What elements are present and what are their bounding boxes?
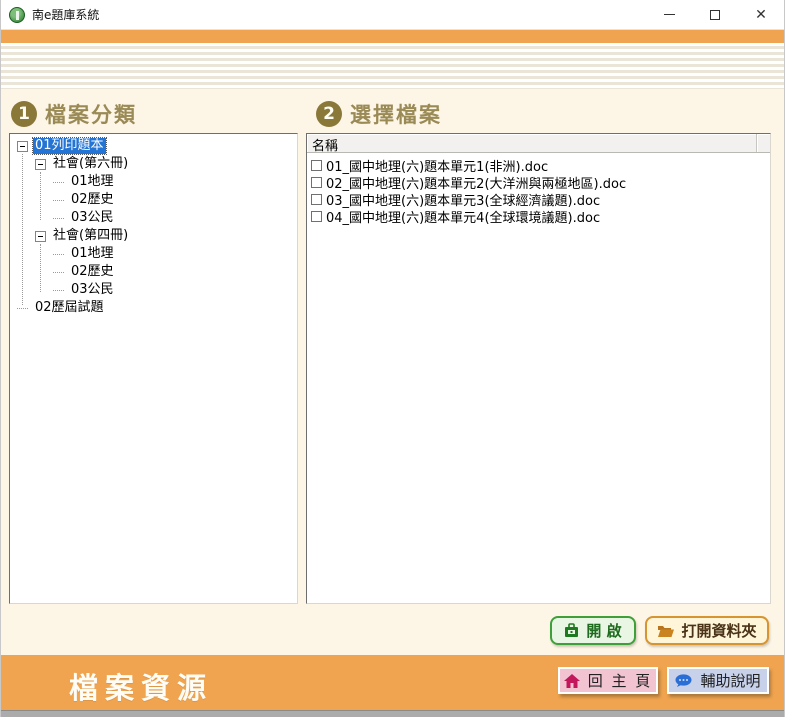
tree: 01列印題本 社會(第六冊) 01地理 02歷史 03公民 社會(第四冊) 01… [10,134,297,317]
maximize-icon [710,10,720,20]
window-bottom-edge [1,710,784,717]
tree-dash [53,182,64,183]
tree-item[interactable]: 01地理 [10,173,297,191]
open-folder-button-label: 打開資料夾 [681,620,756,641]
open-file-icon [564,623,579,638]
tree-item-label[interactable]: 02歷史 [69,264,116,280]
tree-connector [40,172,41,220]
home-button[interactable]: 回 主 頁 [558,667,658,694]
file-checkbox[interactable] [311,160,322,171]
tree-dash [53,290,64,291]
tree-item[interactable]: 03公民 [10,281,297,299]
tree-item[interactable]: 01列印題本 [10,137,297,155]
window-controls: ✕ [646,0,784,29]
file-row[interactable]: 02_國中地理(六)題本單元2(大洋洲與兩極地區).doc [307,174,770,191]
footer-bar: 檔案資源 回 主 頁 輔助說明 [1,655,784,710]
tree-item[interactable]: 03公民 [10,209,297,227]
title-bar: 南e題庫系統 ✕ [1,0,784,30]
app-icon [9,7,25,23]
page-title: 檔案資源 [69,665,213,707]
tree-item-label[interactable]: 02歷史 [69,192,116,208]
tree-expander-icon[interactable] [35,231,46,242]
section-title-selection: 選擇檔案 [350,99,442,129]
tree-connector [40,244,41,292]
file-list-panel: 名稱 01_國中地理(六)題本單元1(非洲).doc 02_國中地理(六)題本單… [306,133,771,604]
tree-item[interactable]: 02歷史 [10,263,297,281]
file-row[interactable]: 01_國中地理(六)題本單元1(非洲).doc [307,157,770,174]
tree-item-label[interactable]: 社會(第四冊) [51,228,130,244]
section-number-badge-1: 1 [11,101,37,127]
section-number-badge-2: 2 [316,101,342,127]
tree-expander-icon[interactable] [35,159,46,170]
tree-item[interactable]: 02歷屆試題 [10,299,297,317]
file-checkbox[interactable] [311,177,322,188]
tree-item-label[interactable]: 社會(第六冊) [51,156,130,172]
tree-dash [53,254,64,255]
tree-item-label[interactable]: 01地理 [69,174,116,190]
file-checkbox[interactable] [311,194,322,205]
tree-connector [22,154,23,305]
tree-item-label[interactable]: 03公民 [69,282,116,298]
minimize-button[interactable] [646,0,692,29]
tree-item-label[interactable]: 01地理 [69,246,116,262]
help-button[interactable]: 輔助說明 [667,667,769,694]
tree-dash [53,272,64,273]
section-title-classification: 檔案分類 [45,99,137,129]
tree-item[interactable]: 02歷史 [10,191,297,209]
striped-band [1,43,784,89]
tree-expander-icon[interactable] [17,141,28,152]
tree-item-label[interactable]: 03公民 [69,210,116,226]
file-list-header: 名稱 [307,134,770,153]
minimize-icon [664,14,675,15]
window-title: 南e題庫系統 [32,6,99,23]
tree-dash [53,200,64,201]
top-orange-band [1,30,784,43]
app-window: 南e題庫系統 ✕ 1 檔案分類 2 選擇檔案 01列印題本 社會(第六冊) 0 [0,0,785,717]
column-header-name[interactable]: 名稱 [307,134,757,152]
footer-button-row: 回 主 頁 輔助說明 [558,667,769,694]
tree-item[interactable]: 社會(第六冊) [10,155,297,173]
column-header-extra [757,134,770,152]
maximize-button[interactable] [692,0,738,29]
tree-item[interactable]: 社會(第四冊) [10,227,297,245]
home-icon [564,674,580,688]
open-button[interactable]: 開 啟 [550,616,636,645]
home-button-label: 回 主 頁 [588,670,653,691]
tree-dash [17,308,28,309]
help-button-label: 輔助說明 [700,670,760,691]
file-row[interactable]: 04_國中地理(六)題本單元4(全球環境議題).doc [307,208,770,225]
open-folder-button[interactable]: 打開資料夾 [645,616,769,645]
category-tree-panel: 01列印題本 社會(第六冊) 01地理 02歷史 03公民 社會(第四冊) 01… [9,133,298,604]
file-row[interactable]: 03_國中地理(六)題本單元3(全球經濟議題).doc [307,191,770,208]
close-icon: ✕ [755,8,767,22]
section-header-classification: 1 檔案分類 [11,99,137,129]
tree-item-label[interactable]: 01列印題本 [33,138,106,154]
section-header-selection: 2 選擇檔案 [316,99,442,129]
file-list-body: 01_國中地理(六)題本單元1(非洲).doc 02_國中地理(六)題本單元2(… [307,153,770,603]
help-bubble-icon [675,674,692,688]
file-checkbox[interactable] [311,211,322,222]
tree-item-label[interactable]: 02歷屆試題 [33,300,106,316]
tree-dash [53,218,64,219]
open-button-label: 開 啟 [586,620,621,641]
file-name: 04_國中地理(六)題本單元4(全球環境議題).doc [326,207,600,226]
tree-item[interactable]: 01地理 [10,245,297,263]
close-button[interactable]: ✕ [738,0,784,29]
folder-icon [657,624,674,638]
action-button-row: 開 啟 打開資料夾 [550,616,769,645]
